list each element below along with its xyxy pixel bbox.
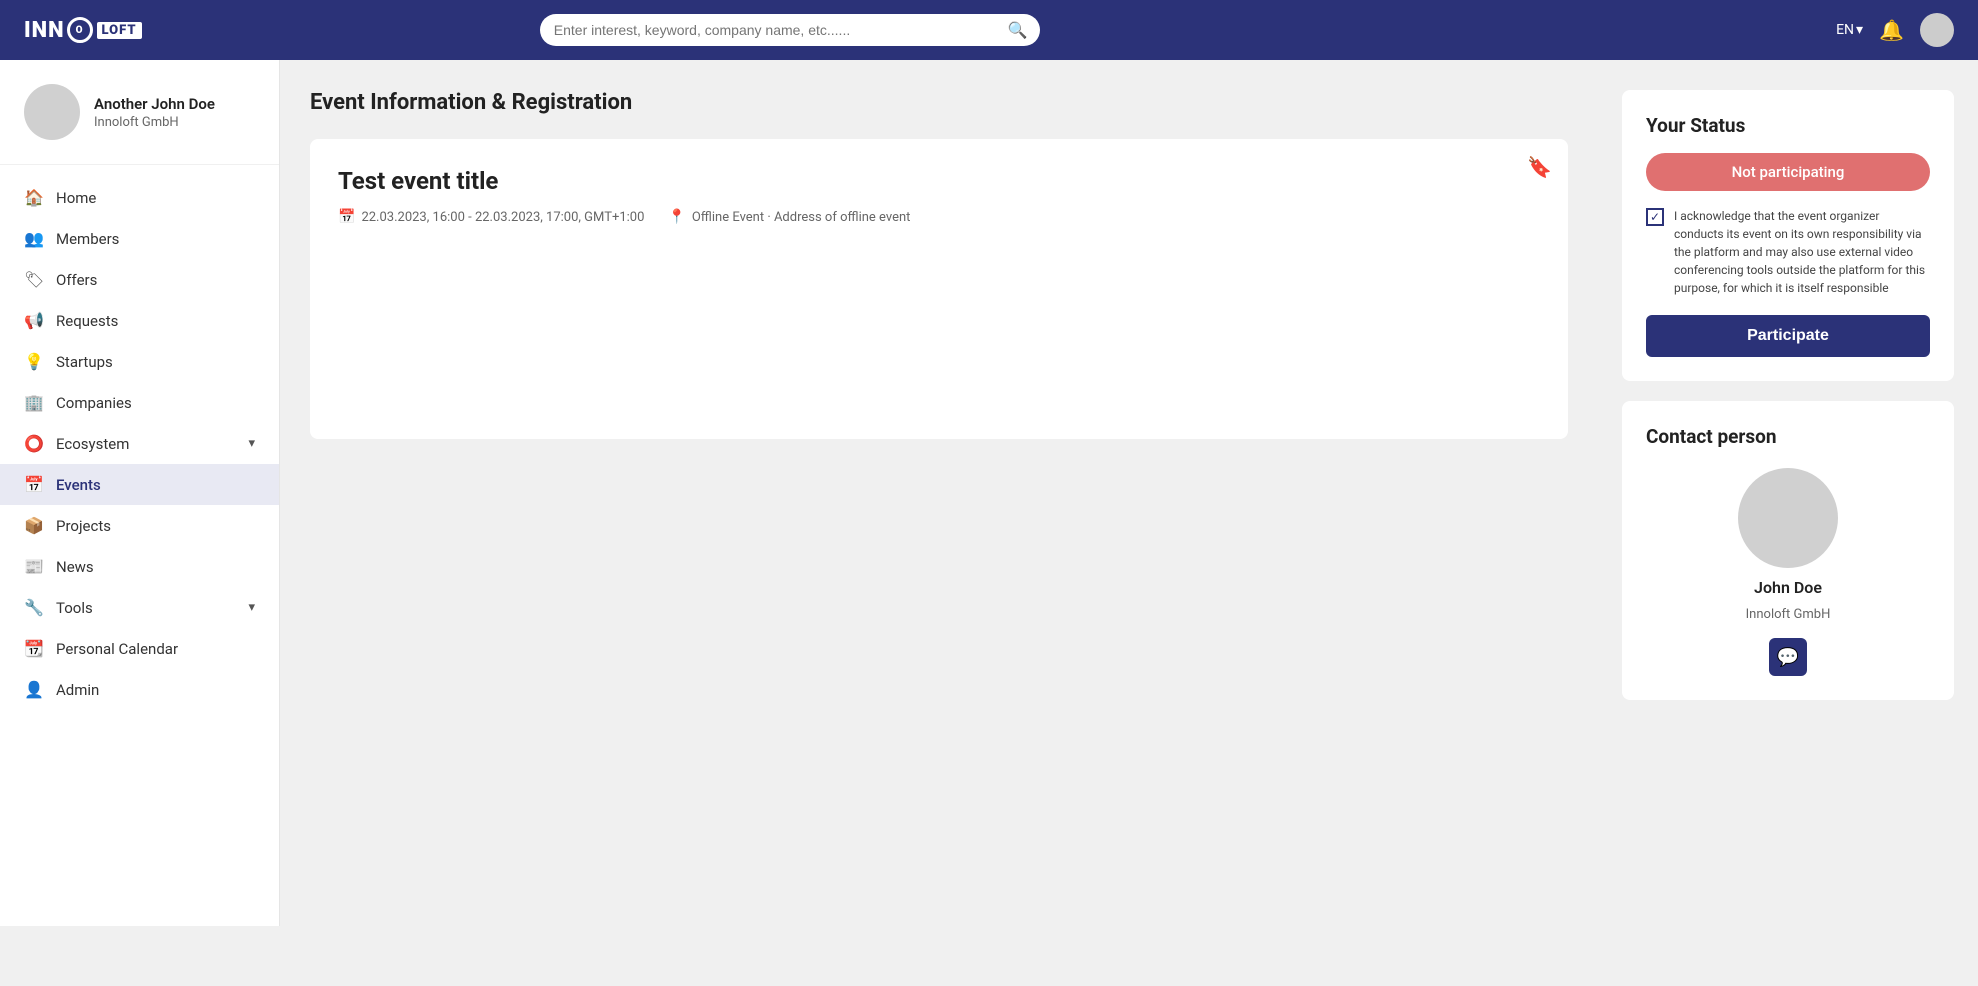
sidebar-item-offers[interactable]: 🏷 Offers	[0, 259, 279, 300]
sidebar-nav: 🏠 Home 👥 Members 🏷 Offers 📢 Requests 💡 S…	[0, 177, 279, 710]
status-title: Your Status	[1646, 114, 1930, 137]
bookmark-button[interactable]: 🔖	[1527, 155, 1552, 180]
sidebar-label-members: Members	[56, 230, 119, 248]
sidebar-item-personal-calendar[interactable]: 📆 Personal Calendar	[0, 628, 279, 669]
main-content: Event Information & Registration 🔖 Test …	[280, 60, 1598, 926]
sidebar-label-companies: Companies	[56, 394, 132, 412]
status-card: Your Status Not participating ✓ I acknow…	[1622, 90, 1954, 381]
sidebar-item-members[interactable]: 👥 Members	[0, 218, 279, 259]
event-date-meta: 📅 22.03.2023, 16:00 - 22.03.2023, 17:00,…	[338, 209, 644, 225]
profile-company: Innoloft GmbH	[94, 115, 215, 130]
page-title: Event Information & Registration	[310, 90, 1568, 115]
sidebar-item-startups[interactable]: 💡 Startups	[0, 341, 279, 382]
layout: Another John Doe Innoloft GmbH 🏠 Home 👥 …	[0, 60, 1978, 926]
event-meta: 📅 22.03.2023, 16:00 - 22.03.2023, 17:00,…	[338, 209, 1540, 225]
news-icon: 📰	[24, 557, 44, 576]
projects-icon: 📦	[24, 516, 44, 535]
sidebar-label-news: News	[56, 558, 94, 576]
sidebar-label-tools: Tools	[56, 599, 93, 617]
sidebar-item-projects[interactable]: 📦 Projects	[0, 505, 279, 546]
language-selector[interactable]: EN ▾	[1836, 22, 1863, 38]
logo-loft: LOFT	[97, 22, 142, 39]
sidebar-label-ecosystem: Ecosystem	[56, 435, 129, 453]
sidebar-label-admin: Admin	[56, 681, 99, 699]
profile-avatar	[24, 84, 80, 140]
participate-button[interactable]: Participate	[1646, 315, 1930, 357]
offers-icon: 🏷	[24, 270, 44, 289]
user-avatar-top[interactable]	[1920, 13, 1954, 47]
sidebar-label-requests: Requests	[56, 312, 118, 330]
logo-inno: INN	[24, 18, 65, 43]
logo[interactable]: INNOLOFT	[24, 17, 142, 43]
notifications-icon[interactable]: 🔔	[1879, 18, 1904, 42]
search-bar: 🔍	[540, 14, 1040, 46]
personal-calendar-icon: 📆	[24, 639, 44, 658]
profile-info: Another John Doe Innoloft GmbH	[94, 95, 215, 130]
startups-icon: 💡	[24, 352, 44, 371]
calendar-icon: 📅	[338, 209, 355, 225]
sidebar: Another John Doe Innoloft GmbH 🏠 Home 👥 …	[0, 60, 280, 926]
members-icon: 👥	[24, 229, 44, 248]
admin-icon: 👤	[24, 680, 44, 699]
sidebar-item-companies[interactable]: 🏢 Companies	[0, 382, 279, 423]
ecosystem-icon: ⭕	[24, 434, 44, 453]
sidebar-item-tools[interactable]: 🔧 Tools ▾	[0, 587, 279, 628]
event-location-meta: 📍 Offline Event · Address of offline eve…	[668, 209, 910, 225]
event-card: 🔖 Test event title 📅 22.03.2023, 16:00 -…	[310, 139, 1568, 439]
acknowledge-text: I acknowledge that the event organizer c…	[1674, 207, 1930, 297]
sidebar-item-ecosystem[interactable]: ⭕ Ecosystem ▾	[0, 423, 279, 464]
top-navigation: INNOLOFT 🔍 EN ▾ 🔔	[0, 0, 1978, 60]
contact-message-button[interactable]: 💬	[1769, 638, 1807, 676]
status-badge: Not participating	[1646, 153, 1930, 191]
contact-company: Innoloft GmbH	[1746, 607, 1831, 622]
contact-name: John Doe	[1754, 578, 1822, 597]
event-date: 22.03.2023, 16:00 - 22.03.2023, 17:00, G…	[361, 210, 644, 225]
logo-o: O	[67, 17, 93, 43]
sidebar-label-offers: Offers	[56, 271, 97, 289]
sidebar-label-home: Home	[56, 189, 96, 207]
sidebar-item-news[interactable]: 📰 News	[0, 546, 279, 587]
sidebar-item-requests[interactable]: 📢 Requests	[0, 300, 279, 341]
tools-icon: 🔧	[24, 598, 44, 617]
right-panel: Your Status Not participating ✓ I acknow…	[1598, 60, 1978, 926]
sidebar-profile: Another John Doe Innoloft GmbH	[0, 84, 279, 165]
requests-icon: 📢	[24, 311, 44, 330]
companies-icon: 🏢	[24, 393, 44, 412]
tools-chevron-icon: ▾	[248, 600, 255, 615]
sidebar-item-admin[interactable]: 👤 Admin	[0, 669, 279, 710]
event-title: Test event title	[338, 167, 1540, 195]
search-icon: 🔍	[1008, 21, 1028, 40]
search-input[interactable]	[540, 14, 1040, 46]
sidebar-item-events[interactable]: 📅 Events	[0, 464, 279, 505]
location-icon: 📍	[668, 209, 685, 225]
contact-person-info: John Doe Innoloft GmbH 💬	[1646, 468, 1930, 676]
sidebar-label-startups: Startups	[56, 353, 113, 371]
event-location: Offline Event · Address of offline event	[692, 210, 911, 225]
ecosystem-chevron-icon: ▾	[248, 436, 255, 451]
profile-name: Another John Doe	[94, 95, 215, 113]
acknowledge-checkbox[interactable]: ✓	[1646, 208, 1664, 226]
home-icon: 🏠	[24, 188, 44, 207]
contact-avatar	[1738, 468, 1838, 568]
contact-card: Contact person John Doe Innoloft GmbH 💬	[1622, 401, 1954, 700]
sidebar-item-home[interactable]: 🏠 Home	[0, 177, 279, 218]
events-icon: 📅	[24, 475, 44, 494]
sidebar-label-projects: Projects	[56, 517, 111, 535]
acknowledge-row: ✓ I acknowledge that the event organizer…	[1646, 207, 1930, 297]
sidebar-label-events: Events	[56, 476, 101, 494]
topnav-right: EN ▾ 🔔	[1836, 13, 1954, 47]
contact-title: Contact person	[1646, 425, 1930, 448]
message-icon: 💬	[1777, 647, 1799, 668]
sidebar-label-personal-calendar: Personal Calendar	[56, 640, 178, 658]
